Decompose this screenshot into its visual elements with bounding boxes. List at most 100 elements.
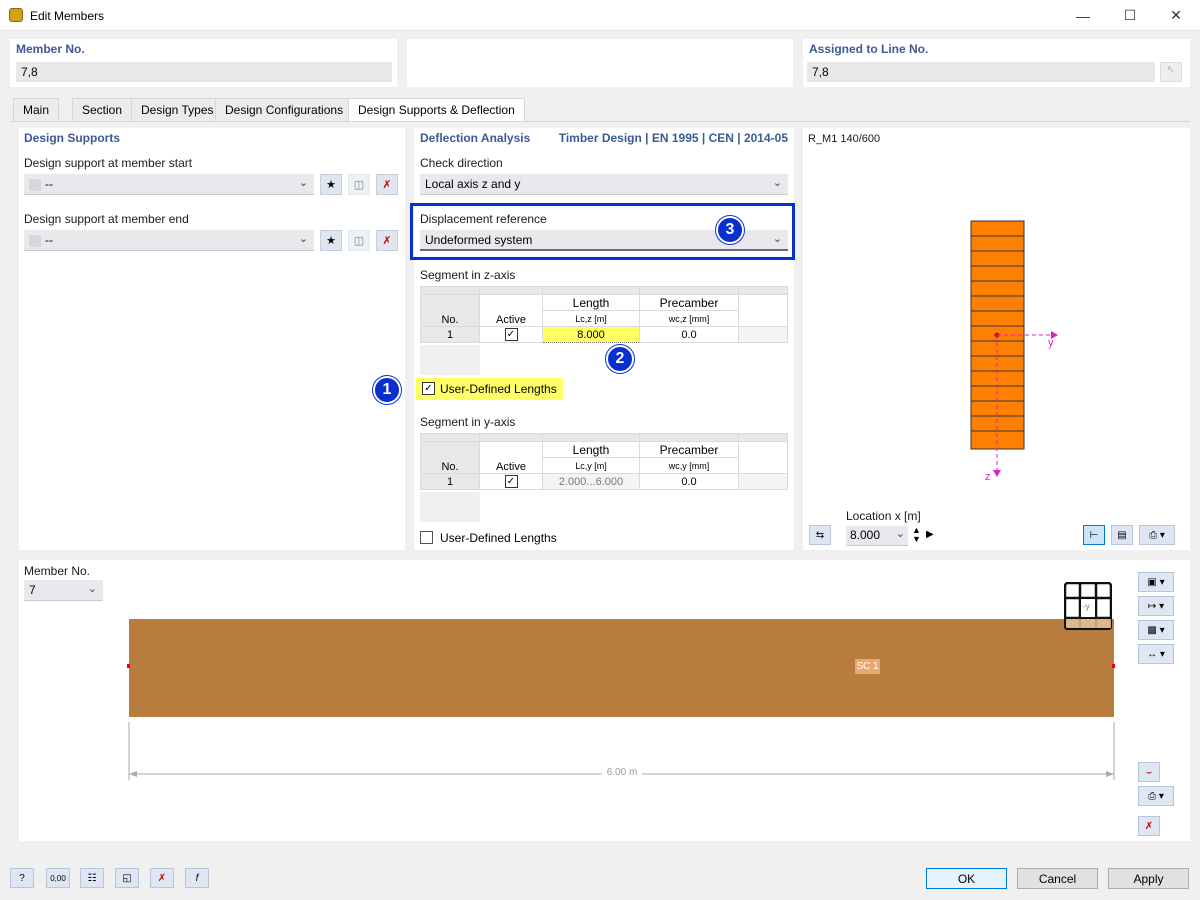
tab-design-types[interactable]: Design Types [131, 98, 224, 121]
comment-panel [407, 39, 793, 87]
location-value: 8.000 [850, 528, 881, 542]
length-cell[interactable]: 8.000 [542, 326, 640, 343]
delete-icon[interactable]: ✗ [150, 868, 174, 888]
tab-design-configurations[interactable]: Design Configurations [215, 98, 354, 121]
col-no: No. [420, 294, 480, 327]
chevron-down-icon: ⌄ [772, 233, 782, 245]
member-no-select[interactable]: 7 ⌄ [24, 580, 103, 601]
chevron-down-icon: ⌄ [298, 233, 308, 245]
reset-view-icon[interactable]: ✗ [1138, 816, 1160, 836]
support-end-label: Design support at member end [24, 212, 189, 226]
chevron-down-icon: ⌄ [298, 177, 308, 189]
deflection-panel: Deflection Analysis Timber Design | EN 1… [410, 128, 795, 550]
y-user-defined-label: User-Defined Lengths [440, 531, 557, 545]
col-length-unit: Lc,y [m] [542, 457, 640, 474]
member-view-panel: Member No. 7 ⌄ SC 1 -y 6.00 m ▣ ▾ ↦ ▾ ▩ … [19, 560, 1190, 841]
view-3d-menu-icon[interactable]: ▣ ▾ [1138, 572, 1174, 592]
badge-3: 3 [716, 216, 744, 244]
check-direction-select[interactable]: Local axis z and y ⌄ [420, 174, 788, 195]
support-end-select[interactable]: -- ⌄ [24, 230, 314, 251]
tab-divider [10, 121, 1190, 122]
new-support-icon[interactable]: ★ [320, 174, 342, 195]
table-header-cell [738, 294, 788, 327]
pick-line-icon[interactable]: ↖ [1160, 62, 1182, 82]
view-icon[interactable]: ◱ [115, 868, 139, 888]
active-checkbox[interactable]: ✓ [479, 473, 543, 490]
design-supports-title: Design Supports [24, 131, 121, 145]
color-swatch [29, 178, 41, 191]
tab-section[interactable]: Section [72, 98, 133, 121]
deflection-curve-icon[interactable]: ⌣ [1138, 762, 1160, 782]
delete-support-icon[interactable]: ✗ [376, 230, 398, 251]
member-no-value: 7 [29, 583, 36, 597]
row-no: 1 [420, 473, 480, 490]
axes-toggle-icon[interactable]: ⊢ [1083, 525, 1105, 545]
app-icon [9, 8, 23, 22]
member-no-field[interactable]: 7,8 [16, 62, 392, 82]
row-header-filler [420, 492, 480, 522]
displacement-value: Undeformed system [425, 233, 533, 247]
chevron-down-icon: ⌄ [87, 583, 97, 595]
window-title: Edit Members [30, 9, 105, 23]
col-precamber: Precamber [639, 294, 739, 311]
y-segment-label: Segment in y-axis [420, 415, 516, 429]
maximize-icon[interactable]: ☐ [1107, 0, 1153, 31]
new-support-icon[interactable]: ★ [320, 230, 342, 251]
dimension-toggle-icon[interactable]: ▤ [1111, 525, 1133, 545]
z-user-defined-toggle[interactable]: ✓ User-Defined Lengths [416, 378, 563, 400]
edit-support-icon[interactable]: ◫ [348, 230, 370, 251]
apply-button[interactable]: Apply [1108, 868, 1189, 889]
table-header-cell [420, 433, 480, 442]
segment-label: SC 1 [855, 659, 880, 674]
design-standard: Timber Design | EN 1995 | CEN | 2014-05 [558, 131, 788, 145]
y-segment-table: No. Active Length Precamber Lc,y [m] wc,… [420, 433, 788, 490]
close-icon[interactable]: ✕ [1153, 0, 1199, 31]
dimension-menu-icon[interactable]: ↔ ▾ [1138, 644, 1174, 664]
precamber-cell[interactable]: 0.0 [639, 473, 739, 490]
tree-icon[interactable]: ☷ [80, 868, 104, 888]
badge-1: 1 [373, 376, 401, 404]
axis-z-label: z [985, 471, 991, 483]
col-length-unit: Lc,z [m] [542, 310, 640, 327]
location-select[interactable]: 8.000 ⌄ [846, 526, 908, 546]
color-swatch [29, 234, 41, 247]
axis-view-menu-icon[interactable]: ↦ ▾ [1138, 596, 1174, 616]
table-row: 1 ✓ 2.000...6.000 0.0 [420, 473, 788, 490]
print-menu-icon[interactable]: ⎙ ▾ [1138, 786, 1174, 806]
col-no: No. [420, 441, 480, 474]
row-no: 1 [420, 326, 480, 343]
precamber-cell[interactable]: 0.0 [639, 326, 739, 343]
delete-support-icon[interactable]: ✗ [376, 174, 398, 195]
location-stepper[interactable]: ▲ ▼ [912, 526, 921, 544]
tab-main[interactable]: Main [13, 98, 60, 121]
help-icon[interactable]: ? [10, 868, 34, 888]
next-location-icon[interactable]: ▶ [926, 529, 934, 540]
table-header-cell [738, 441, 788, 474]
design-supports-panel: Design Supports Design support at member… [19, 128, 405, 550]
location-label: Location x [m] [846, 509, 921, 523]
axis-y-label: y [1048, 337, 1054, 349]
edit-support-icon[interactable]: ◫ [348, 174, 370, 195]
minimize-icon[interactable]: — [1060, 0, 1106, 31]
table-header-cell [639, 433, 739, 442]
print-menu-icon[interactable]: ⎙ ▾ [1139, 525, 1175, 545]
formula-icon[interactable]: f [185, 868, 209, 888]
member-beam [129, 619, 1114, 717]
units-icon[interactable]: 0,00 [46, 868, 70, 888]
support-start-select[interactable]: -- ⌄ [24, 174, 314, 195]
title-bar: Edit Members — ☐ ✕ [0, 0, 1200, 31]
tab-design-supports-deflection[interactable]: Design Supports & Deflection [348, 98, 525, 122]
section-axis-label: -y [1083, 602, 1090, 611]
ok-button[interactable]: OK [926, 868, 1007, 889]
col-precamber-unit: wc,z [mm] [639, 310, 739, 327]
table-header-cell [542, 286, 640, 295]
active-checkbox[interactable]: ✓ [479, 326, 543, 343]
cancel-button[interactable]: Cancel [1017, 868, 1098, 889]
assigned-field[interactable]: 7,8 [807, 62, 1155, 82]
render-menu-icon[interactable]: ▩ ▾ [1138, 620, 1174, 640]
y-user-defined-toggle[interactable]: User-Defined Lengths [416, 527, 576, 549]
table-header-cell [479, 286, 543, 295]
col-active: Active [479, 441, 543, 474]
swap-view-icon[interactable]: ⇆ [809, 525, 831, 545]
col-length: Length [542, 441, 640, 458]
